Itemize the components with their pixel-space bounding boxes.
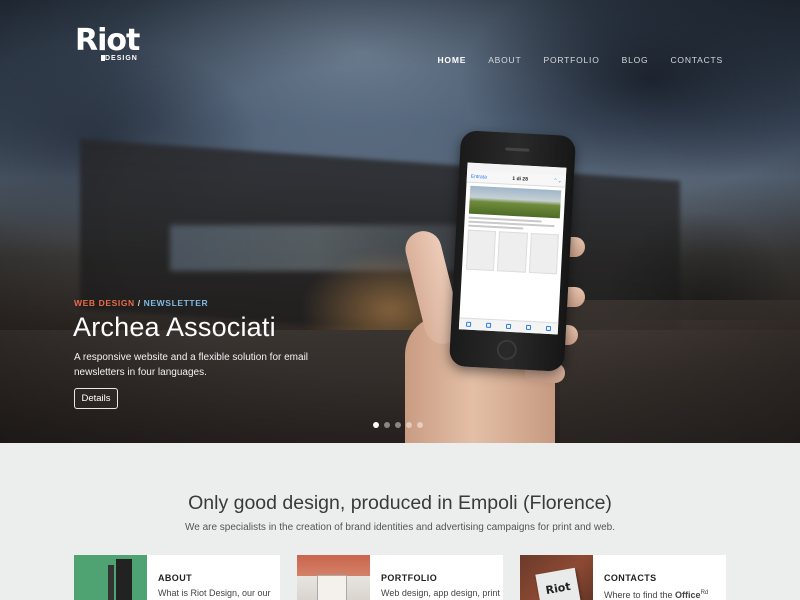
logo-mark: Riot — [75, 23, 140, 58]
phone-back-label: Entrata — [470, 173, 488, 181]
hero-slider: Riot DESIGN HOME ABOUT PORTFOLIO BLOG CO… — [0, 0, 800, 443]
portfolio-thumbnail — [297, 555, 370, 600]
category-web-design[interactable]: WEB DESIGN — [74, 298, 135, 308]
nav-item-about[interactable]: ABOUT — [488, 55, 521, 65]
slider-pagination — [373, 422, 423, 428]
card-portfolio[interactable]: PORTFOLIO Web design, app design, print — [297, 555, 503, 600]
slider-dot[interactable] — [406, 422, 412, 428]
newsletter-columns — [465, 229, 559, 275]
details-button[interactable]: Details — [74, 388, 118, 409]
intro-subline: We are specialists in the creation of br… — [184, 522, 616, 533]
category-newsletter[interactable]: NEWSLETTER — [144, 298, 209, 308]
project-category: WEB DESIGN / NEWSLETTER — [74, 298, 208, 308]
phone-home-button — [496, 339, 518, 361]
card-title: PORTFOLIO — [381, 573, 438, 583]
phone-screen: Entrata 1 di 28 ⌃⌄ — [458, 162, 567, 335]
nav-item-portfolio[interactable]: PORTFOLIO — [543, 55, 599, 65]
nav-item-home[interactable]: HOME — [437, 55, 466, 65]
office-sign: Riot — [535, 567, 581, 600]
hero-title: Archea Associati — [73, 312, 276, 342]
phone-page-count: 1 di 28 — [512, 175, 529, 183]
slider-dot[interactable] — [384, 422, 390, 428]
reply-icon — [525, 324, 531, 331]
chevron-up-down-icon: ⌃⌄ — [553, 177, 562, 184]
newsletter-text-lines — [468, 216, 559, 232]
slider-dot[interactable] — [373, 422, 379, 428]
slider-dot[interactable] — [417, 422, 423, 428]
logo-subtitle: DESIGN — [105, 55, 138, 62]
site-logo[interactable]: Riot DESIGN — [75, 23, 140, 63]
card-title: CONTACTS — [604, 573, 657, 583]
phone-speaker — [505, 147, 530, 152]
card-description: Web design, app design, print — [381, 588, 500, 598]
phone-mail-toolbar — [458, 317, 559, 335]
card-description: Where to find the OfficeRd — [604, 590, 709, 600]
card-description: What is Riot Design, our our — [158, 588, 271, 598]
nav-item-blog[interactable]: BLOG — [622, 55, 649, 65]
smartphone-mockup: Entrata 1 di 28 ⌃⌄ — [448, 130, 577, 372]
flag-icon — [466, 321, 472, 327]
folder-icon — [486, 322, 492, 328]
card-about[interactable]: ABOUT What is Riot Design, our our — [74, 555, 280, 600]
card-title: ABOUT — [158, 573, 192, 583]
trash-icon — [505, 323, 512, 330]
contacts-thumbnail: Riot — [520, 555, 593, 600]
category-separator: / — [134, 298, 144, 308]
about-thumbnail — [74, 555, 147, 600]
nav-item-contacts[interactable]: CONTACTS — [670, 55, 723, 65]
card-contacts[interactable]: Riot CONTACTS Where to find the OfficeRd — [520, 555, 726, 600]
main-navigation: HOME ABOUT PORTFOLIO BLOG CONTACTS — [437, 55, 723, 65]
compose-icon — [545, 325, 551, 332]
hero-description: A responsive website and a flexible solu… — [74, 352, 309, 378]
intro-tagline: Only good design, produced in Empoli (Fl… — [188, 492, 612, 514]
slider-dot[interactable] — [395, 422, 401, 428]
newsletter-photo — [468, 185, 562, 219]
